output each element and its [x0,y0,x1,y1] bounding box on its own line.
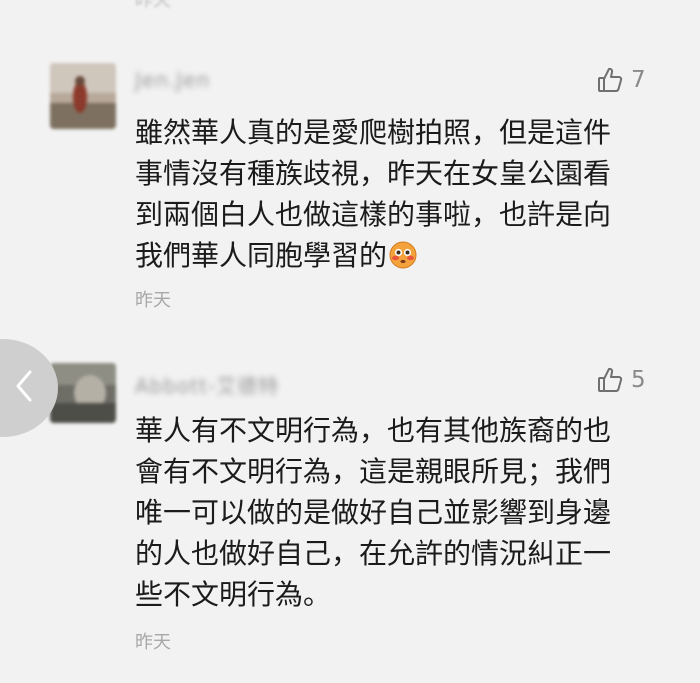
comment-timestamp: 昨天 [135,290,171,311]
like-button[interactable]: 7 [597,66,646,94]
comment-timestamp: 昨天 [135,632,171,653]
comment-line: 華人有不文明行為，也有其他族裔的也 [135,414,612,447]
chevron-left-icon [14,369,34,407]
comment-line-last: 我們華人同胞學習的 [135,235,675,276]
thumbs-up-icon [597,66,623,94]
avatar[interactable] [50,363,116,423]
comment-list: 昨天 Jen.Jen 7 雖然華人真的是愛爬樹拍照，但是這件 事情沒有種族歧視，… [0,0,700,683]
like-button[interactable]: 5 [597,366,646,394]
avatar[interactable] [50,63,116,129]
thumbs-up-icon [597,366,623,394]
username[interactable]: Abbott-艾德特 [135,370,279,399]
back-button[interactable] [0,339,58,437]
flushed-face-emoji [389,239,417,269]
comment-line: 些不文明行為。 [135,578,332,611]
comment-line: 雖然華人真的是愛爬樹拍照，但是這件 [135,116,612,149]
comment-line: 到兩個白人也做這樣的事啦，也許是向 [135,198,612,231]
comment-text: 雖然華人真的是愛爬樹拍照，但是這件 事情沒有種族歧視，昨天在女皇公園看 到兩個白… [135,112,675,276]
comment-line: 事情沒有種族歧視，昨天在女皇公園看 [135,157,612,190]
like-count: 5 [631,367,646,393]
like-count: 7 [631,67,646,93]
comment-line: 會有不文明行為，這是親眼所見；我們 [135,455,612,488]
comment-line: 我們華人同胞學習的 [135,239,388,272]
previous-comment-timestamp: 昨天 [135,0,171,11]
comment-text: 華人有不文明行為，也有其他族裔的也 會有不文明行為，這是親眼所見；我們 唯一可以… [135,410,675,615]
comment-line: 的人也做好自己，在允許的情況糾正一 [135,537,612,570]
username[interactable]: Jen.Jen [135,68,210,92]
comment-line: 唯一可以做的是做好自己並影響到身邊 [135,496,612,529]
